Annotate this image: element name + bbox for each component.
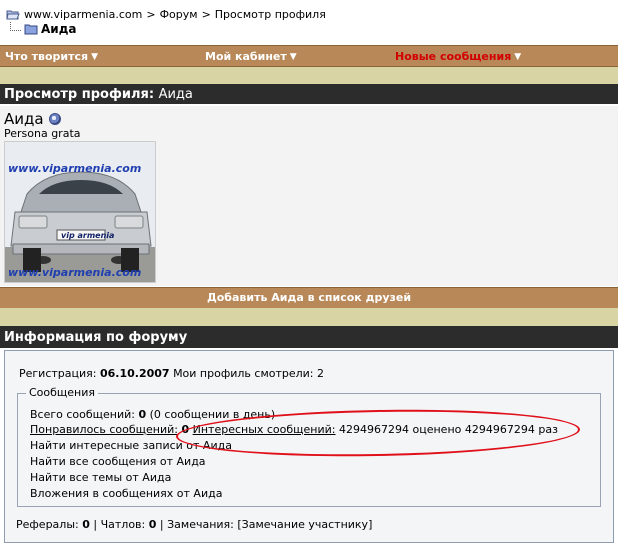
nav-whats-happening-label: Что творится — [5, 50, 89, 63]
folder-open-icon — [6, 10, 20, 19]
total-messages-row: Всего сообщений: 0 (0 сообщении в день) — [30, 408, 275, 421]
nav-my-cabinet[interactable]: Мой кабинет ▼ — [205, 50, 297, 63]
chevron-down-icon: ▼ — [514, 51, 522, 62]
nav-my-cabinet-label: Мой кабинет — [205, 50, 287, 63]
interesting-messages-value: 4294967294 оценено 4294967294 раз — [339, 423, 558, 436]
messages-legend: Сообщения — [26, 386, 99, 399]
spacer-band — [0, 308, 618, 324]
messages-per-day: (0 сообщении в день) — [149, 408, 276, 421]
nav-new-messages-label: Новые сообщения — [395, 50, 512, 63]
separator: | — [93, 518, 98, 531]
profile-section-name: Аида — [158, 87, 193, 102]
profile-section-header: Просмотр профиля: Аида — [0, 82, 618, 104]
attachments-link[interactable]: Вложения в сообщениях от Аида — [30, 487, 222, 500]
profile-rank: Persona grata — [4, 127, 81, 140]
avatar-plate-text: vip armenia — [61, 231, 115, 240]
warn-user-link[interactable]: [Замечание участнику] — [237, 518, 372, 531]
profile-section-title: Просмотр профиля — [4, 87, 149, 102]
add-friend-button[interactable]: Добавить Аида в список друзей — [0, 287, 618, 309]
online-status-icon — [48, 113, 61, 125]
find-all-posts-link[interactable]: Найти все сообщения от Аида — [30, 455, 206, 468]
liked-messages-link[interactable]: Понравилось сообщений: — [30, 423, 178, 436]
profile-name-row: Аида — [4, 110, 61, 128]
separator: | — [159, 518, 164, 531]
forum-info-header: Информация по форуму — [0, 324, 618, 348]
nav-whats-happening[interactable]: Что творится ▼ — [5, 50, 98, 63]
breadcrumb: www.viparmenia.com > Форум > Просмотр пр… — [0, 0, 618, 42]
referrals-label: Рефералы: — [16, 518, 79, 531]
breadcrumb-current: Аида — [10, 21, 77, 36]
folder-icon — [24, 24, 38, 35]
breadcrumb-site-link[interactable]: www.viparmenia.com — [24, 8, 142, 21]
avatar: www.viparmenia.com vip armenia www.vipar… — [4, 141, 156, 283]
top-nav-bar: Что творится ▼ Мой кабинет ▼ Новые сообщ… — [0, 45, 618, 67]
find-interesting-link[interactable]: Найти интересные записи от Аида — [30, 439, 232, 452]
profile-name: Аида — [4, 110, 44, 128]
avatar-watermark-top: www.viparmenia.com — [8, 162, 142, 175]
breadcrumb-forum-link[interactable]: Форум — [160, 8, 198, 21]
avatar-watermark-bottom: www.viparmenia.com — [8, 266, 142, 279]
spacer-band — [0, 67, 618, 83]
messages-fieldset: Сообщения Всего сообщений: 0 (0 сообщени… — [17, 386, 601, 507]
tree-connector — [10, 21, 21, 31]
referrals-value: 0 — [82, 518, 90, 531]
chatlov-label: Чатлов: — [100, 518, 146, 531]
liked-messages-value: 0 — [181, 423, 190, 436]
liked-messages-row: Понравилось сообщений: 0 Интересных сооб… — [30, 423, 558, 436]
chevron-down-icon: ▼ — [289, 51, 297, 62]
registration-label: Регистрация: — [19, 367, 97, 380]
find-all-topics-link[interactable]: Найти все темы от Аида — [30, 471, 171, 484]
profile-section-colon: : — [148, 87, 155, 102]
stats-line: Рефералы: 0 | Чатлов: 0 | Замечания: [За… — [16, 518, 372, 531]
total-messages-label: Всего сообщений: — [30, 408, 135, 421]
breadcrumb-profile-link[interactable]: Просмотр профиля — [215, 8, 326, 21]
profile-views-value: 2 — [317, 367, 325, 380]
registration-date: 06.10.2007 — [99, 367, 170, 380]
breadcrumb-trail: www.viparmenia.com > Форум > Просмотр пр… — [6, 8, 326, 21]
total-messages-value: 0 — [138, 408, 147, 421]
interesting-messages-link[interactable]: Интересных сообщений: — [193, 423, 336, 436]
breadcrumb-current-label: Аида — [41, 22, 77, 36]
breadcrumb-separator: > — [201, 8, 211, 21]
breadcrumb-separator: > — [146, 8, 156, 21]
profile-views-label: Мои профиль смотрели: — [173, 367, 314, 380]
chevron-down-icon: ▼ — [91, 51, 99, 62]
chatlov-value: 0 — [148, 518, 157, 531]
nav-new-messages[interactable]: Новые сообщения ▼ — [395, 50, 521, 63]
warnings-label: Замечания: — [167, 518, 234, 531]
registration-line: Регистрация: 06.10.2007 Мои профиль смот… — [19, 367, 324, 380]
forum-info-panel: Регистрация: 06.10.2007 Мои профиль смот… — [4, 350, 614, 543]
